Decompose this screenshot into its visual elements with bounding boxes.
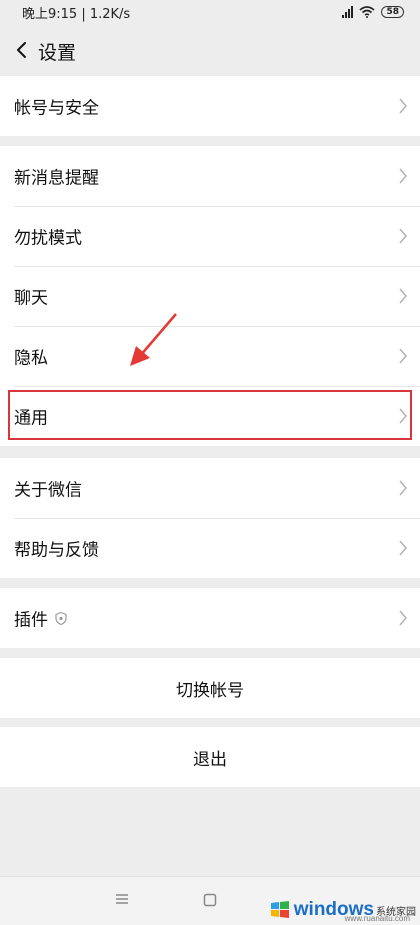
settings-item-privacy[interactable]: 隐私 xyxy=(0,326,420,386)
chevron-right-icon xyxy=(399,168,407,184)
settings-item-label: 帮助与反馈 xyxy=(14,540,99,561)
settings-item-label: 聊天 xyxy=(14,288,48,309)
status-time: 晚上9:15 | 1.2K/s xyxy=(22,7,131,22)
battery-indicator: 58 xyxy=(381,6,404,18)
settings-group-account: 帐号与安全 xyxy=(0,76,420,136)
settings-item-about-wechat[interactable]: 关于微信 xyxy=(0,458,420,518)
settings-item-label: 通用 xyxy=(14,408,48,429)
wifi-icon xyxy=(359,6,375,18)
settings-item-new-message[interactable]: 新消息提醒 xyxy=(0,146,420,206)
chevron-right-icon xyxy=(399,480,407,496)
settings-group-main: 新消息提醒 勿扰模式 聊天 隐私 通用 xyxy=(0,146,420,446)
switch-account-button[interactable]: 切换帐号 xyxy=(0,658,420,718)
status-icons: 58 xyxy=(342,2,404,22)
settings-item-label: 关于微信 xyxy=(14,480,82,501)
nav-bar: 设置 xyxy=(0,24,420,76)
shield-badge-icon xyxy=(55,611,67,625)
settings-item-general[interactable]: 通用 xyxy=(0,386,420,446)
settings-item-label-wrap: 插件 xyxy=(14,606,68,631)
chevron-right-icon xyxy=(399,228,407,244)
settings-item-label: 新消息提醒 xyxy=(14,168,99,189)
watermark: windows 系统家园 www.ruanaitu.com xyxy=(269,899,416,923)
settings-item-label: 隐私 xyxy=(14,348,48,369)
settings-item-account-security[interactable]: 帐号与安全 xyxy=(0,76,420,136)
settings-item-plugins[interactable]: 插件 xyxy=(0,588,420,648)
settings-item-do-not-disturb[interactable]: 勿扰模式 xyxy=(0,206,420,266)
logout-button[interactable]: 退出 xyxy=(0,727,420,787)
page-title: 设置 xyxy=(38,42,77,64)
chevron-right-icon xyxy=(399,288,407,304)
settings-item-chat[interactable]: 聊天 xyxy=(0,266,420,326)
settings-group-plugins: 插件 xyxy=(0,588,420,648)
settings-group-about: 关于微信 帮助与反馈 xyxy=(0,458,420,578)
system-nav-bar: windows 系统家园 www.ruanaitu.com xyxy=(0,876,420,925)
menu-icon[interactable] xyxy=(115,893,129,905)
settings-item-help-feedback[interactable]: 帮助与反馈 xyxy=(0,518,420,578)
signal-icon xyxy=(342,6,354,18)
chevron-right-icon xyxy=(399,540,407,556)
settings-item-label: 勿扰模式 xyxy=(14,228,82,249)
chevron-right-icon xyxy=(399,98,407,114)
back-arrow-icon[interactable] xyxy=(12,40,32,60)
chevron-right-icon xyxy=(399,610,407,626)
chevron-right-icon xyxy=(399,408,407,424)
watermark-url: www.ruanaitu.com xyxy=(344,914,410,923)
settings-item-label: 帐号与安全 xyxy=(14,98,99,119)
settings-item-label: 插件 xyxy=(14,610,48,631)
status-bar: 晚上9:15 | 1.2K/s 58 xyxy=(0,0,420,24)
chevron-right-icon xyxy=(399,348,407,364)
windows-logo-icon xyxy=(270,901,289,918)
home-icon[interactable] xyxy=(203,893,217,907)
